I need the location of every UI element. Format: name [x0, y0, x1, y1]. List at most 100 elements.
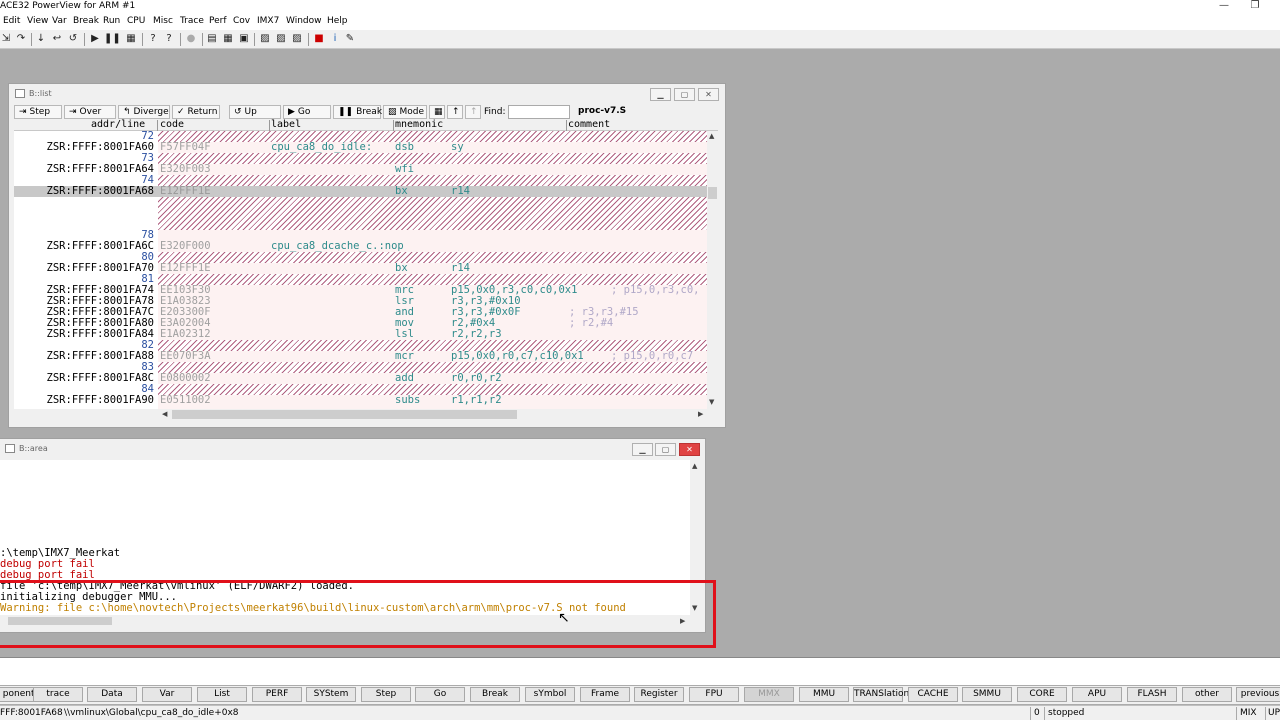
down-arrow-icon[interactable]: ↓	[35, 33, 47, 45]
scroll-thumb[interactable]	[708, 187, 717, 199]
list-close-button[interactable]: ✕	[698, 88, 719, 101]
menu-var[interactable]: Var	[52, 16, 67, 26]
menu-break[interactable]: Break	[73, 16, 99, 26]
softkey-trace-button[interactable]: trace	[33, 687, 83, 702]
disassembly-row[interactable]: ZSR:FFFF:8001FA90 E0511002 subs r1,r1,r2	[14, 395, 707, 406]
row-label: cpu_ca8_dcache_c.:nop	[271, 240, 404, 252]
scroll-up-icon[interactable]: ▲	[709, 132, 714, 140]
softkey-apu-button[interactable]: APU	[1072, 687, 1122, 702]
menu-imx7[interactable]: IMX7	[257, 16, 279, 26]
menu-perf[interactable]: Perf	[209, 16, 227, 26]
col-label[interactable]: label	[271, 119, 301, 130]
softkey-list-button[interactable]: List	[197, 687, 247, 702]
disassembly-row[interactable]: ZSR:FFFF:8001FA64 E320F003 wfi	[14, 164, 707, 175]
minimize-button[interactable]: —	[1214, 0, 1234, 11]
diverge-button[interactable]: ↰ Diverge	[118, 105, 170, 119]
go-icon[interactable]: ▶	[89, 33, 101, 45]
menu-trace[interactable]: Trace	[180, 16, 204, 26]
softkey-system-button[interactable]: SYStem	[306, 687, 356, 702]
scroll-right-icon[interactable]: ▶	[698, 410, 703, 418]
current-pc-row[interactable]: ZSR:FFFF:8001FA68 E12FFF1E bx r14	[14, 186, 707, 197]
undo-icon[interactable]: ↺	[67, 33, 79, 45]
menu-edit[interactable]: Edit	[3, 16, 20, 26]
area-close-button[interactable]: ✕	[679, 443, 700, 456]
source-listing[interactable]: 72 ZSR:FFFF:8001FA60 F57FF04F cpu_ca8_do_id…	[14, 131, 707, 409]
menu-view[interactable]: View	[27, 16, 48, 26]
disassembly-row[interactable]: ZSR:FFFF:8001FA60 F57FF04F cpu_ca8_do_idle…	[14, 142, 707, 153]
track-icon[interactable]: ↑	[447, 105, 463, 119]
menu-cov[interactable]: Cov	[233, 16, 250, 26]
softkey-data-button[interactable]: Data	[87, 687, 137, 702]
disassembly-row[interactable]: ZSR:FFFF:8001FA8C E0800002 add r0,r0,r2	[14, 373, 707, 384]
list-restore-button[interactable]: ▢	[674, 88, 695, 101]
softkey-frame-button[interactable]: Frame	[580, 687, 630, 702]
area-restore-button[interactable]: ▢	[655, 443, 676, 456]
softkey-step-button[interactable]: Step	[361, 687, 411, 702]
step-icon[interactable]: ⇲	[0, 33, 12, 45]
disassembly-row[interactable]: ZSR:FFFF:8001FA84 E1A02312 lsl r2,r2,r3	[14, 329, 707, 340]
softkey-cache-button[interactable]: CACHE	[908, 687, 958, 702]
up-button[interactable]: ↺ Up	[229, 105, 281, 119]
dump-icon[interactable]: ▦	[222, 33, 234, 45]
mode-button[interactable]: ▨ Mode	[383, 105, 427, 119]
softkey-register-button[interactable]: Register	[634, 687, 684, 702]
menu-help[interactable]: Help	[327, 16, 348, 26]
go-button[interactable]: ▶ Go	[283, 105, 331, 119]
help-icon[interactable]: ?	[147, 33, 159, 45]
softkey-break-button[interactable]: Break	[470, 687, 520, 702]
softkey-previous-button[interactable]: previous	[1236, 687, 1280, 702]
col-mnemonic[interactable]: mnemonic	[395, 119, 443, 130]
step-over-icon[interactable]: ↷	[15, 33, 27, 45]
var-watch-icon[interactable]: ▨	[259, 33, 271, 45]
context-help-icon[interactable]: ?	[163, 33, 175, 45]
scroll-left-icon[interactable]: ◀	[162, 410, 167, 418]
scroll-down-icon[interactable]: ▼	[709, 398, 714, 406]
return-icon[interactable]: ↩	[51, 33, 63, 45]
over-button[interactable]: ⇥ Over	[64, 105, 116, 119]
softkey-other-button[interactable]: other	[1182, 687, 1232, 702]
col-comment[interactable]: comment	[568, 119, 610, 130]
wrench-icon[interactable]: ✎	[344, 33, 356, 45]
breakpoint-list-icon[interactable]: ▦	[125, 33, 137, 45]
softkey-mmu-button[interactable]: MMU	[799, 687, 849, 702]
var-frame-icon[interactable]: ▨	[291, 33, 303, 45]
command-line-input[interactable]	[0, 657, 1280, 685]
softkey-core-button[interactable]: CORE	[1017, 687, 1067, 702]
softkey-smmu-button[interactable]: SMMU	[962, 687, 1012, 702]
pause-icon[interactable]: ❚❚	[104, 33, 121, 45]
maximize-button[interactable]: ❐	[1245, 0, 1265, 11]
menu-run[interactable]: Run	[103, 16, 120, 26]
disassembly-row[interactable]: ZSR:FFFF:8001FA88 EE070F3A mcr p15,0x0,r0,c…	[14, 351, 707, 362]
softkey-var-button[interactable]: Var	[142, 687, 192, 702]
register-icon[interactable]: ▣	[238, 33, 250, 45]
find-input[interactable]	[508, 105, 570, 119]
softkey-symbol-button[interactable]: sYmbol	[525, 687, 575, 702]
scroll-thumb[interactable]	[172, 410, 517, 419]
menu-misc[interactable]: Misc	[153, 16, 173, 26]
list-horizontal-scrollbar[interactable]: ◀ ▶	[160, 409, 707, 420]
break-button[interactable]: ❚❚ Break	[333, 105, 382, 119]
info-icon[interactable]: i	[329, 33, 341, 45]
trace-icon[interactable]: ■	[313, 33, 325, 45]
menu-window[interactable]: Window	[286, 16, 322, 26]
softkey-go-button[interactable]: Go	[415, 687, 465, 702]
area-minimize-button[interactable]: ▁	[632, 443, 653, 456]
disassembly-row[interactable]: ZSR:FFFF:8001FA6C E320F000 cpu_ca8_dcache_…	[14, 241, 707, 252]
softkey-flash-button[interactable]: FLASH	[1127, 687, 1177, 702]
softkey-perf-button[interactable]: PERF	[252, 687, 302, 702]
list-icon[interactable]: ▤	[206, 33, 218, 45]
step-button[interactable]: ⇥ Step	[14, 105, 62, 119]
disassembly-row[interactable]: ZSR:FFFF:8001FA70 E12FFF1E bx r14	[14, 263, 707, 274]
return-button[interactable]: ✓ Return	[172, 105, 220, 119]
softkey-translation-button[interactable]: TRANSlation	[853, 687, 909, 702]
row-opcode: E12FFF1E	[160, 185, 211, 197]
col-addr[interactable]: addr/line	[91, 119, 145, 130]
var-local-icon[interactable]: ▨	[275, 33, 287, 45]
list-minimize-button[interactable]: ▁	[650, 88, 671, 101]
list-vertical-scrollbar[interactable]: ▲ ▼	[707, 131, 718, 409]
menu-cpu[interactable]: CPU	[127, 16, 145, 26]
softkey-fpu-button[interactable]: FPU	[689, 687, 739, 702]
scroll-up-icon[interactable]: ▲	[692, 462, 697, 470]
col-code[interactable]: code	[160, 119, 184, 130]
options-icon[interactable]: ▦	[429, 105, 445, 119]
